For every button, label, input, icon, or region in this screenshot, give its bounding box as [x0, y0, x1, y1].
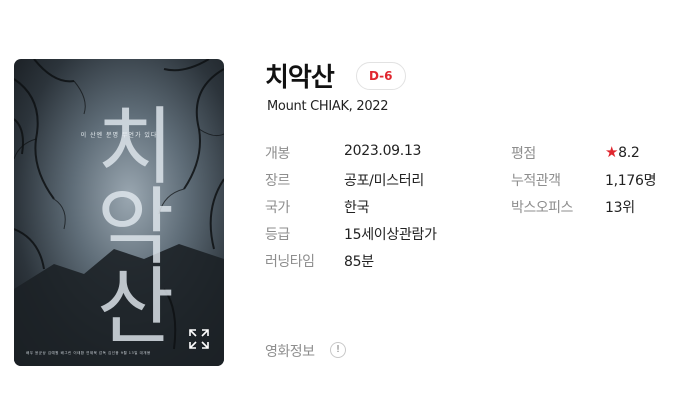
country-label: 국가	[265, 200, 290, 216]
boxoffice-label: 박스오피스	[511, 200, 573, 216]
dday-badge: D-6	[356, 62, 406, 90]
movie-poster[interactable]: 치악산 이 산엔 분명 무언가 있다 배우 윤균상 김예원 배그린 이태환 연제…	[14, 59, 224, 366]
score-number: 8.2	[618, 145, 640, 161]
runtime-label: 러닝타임	[265, 254, 315, 270]
genre-value: 공포/미스터리	[344, 173, 424, 189]
poster-tagline: 이 산엔 분명 무언가 있다	[80, 132, 158, 139]
country-value: 한국	[344, 200, 370, 216]
star-icon: ★	[605, 143, 619, 161]
genre-label: 장르	[265, 173, 290, 189]
movie-subtitle: Mount CHIAK, 2022	[267, 99, 389, 114]
score-label: 평점	[511, 146, 536, 162]
rating-grade-value: 15세이상관람가	[344, 227, 437, 243]
poster-credits: 배우 윤균상 김예원 배그린 이태환 연제욱 감독 김선웅 9월 13일 대개봉	[26, 351, 151, 355]
score-value: ★8.2	[605, 143, 640, 161]
audience-label: 누적관객	[511, 173, 561, 189]
audience-value: 1,176명	[605, 173, 657, 189]
runtime-value: 85분	[344, 254, 374, 270]
expand-icon[interactable]	[188, 328, 210, 350]
info-icon[interactable]: !	[330, 342, 346, 358]
movie-info-link[interactable]: 영화정보	[265, 341, 315, 361]
boxoffice-value: 13위	[605, 200, 635, 216]
rating-grade-label: 등급	[265, 227, 290, 243]
release-label: 개봉	[265, 146, 290, 162]
movie-title: 치악산	[265, 63, 335, 93]
release-value: 2023.09.13	[344, 143, 422, 159]
